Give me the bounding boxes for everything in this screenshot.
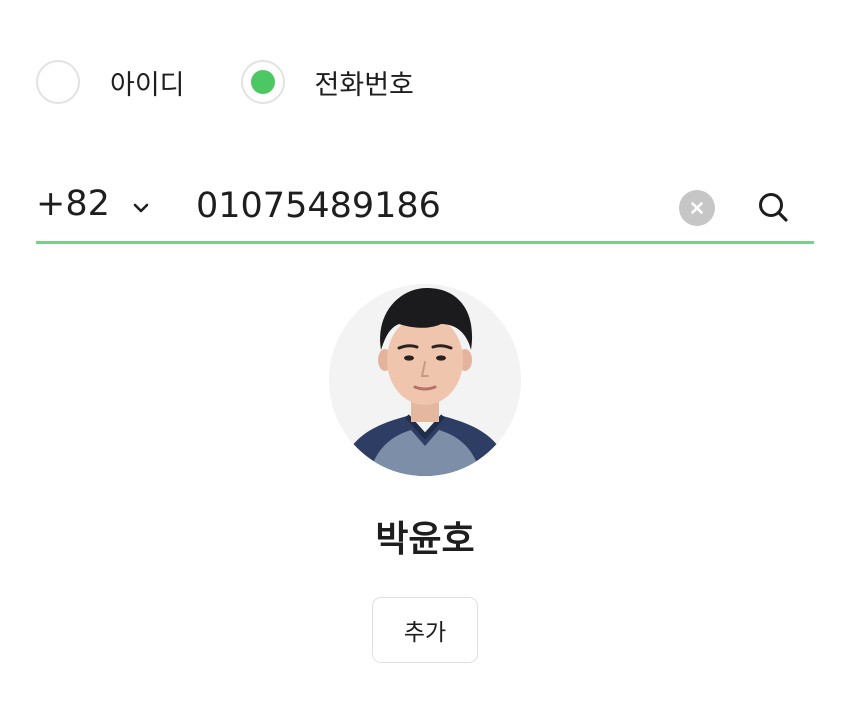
search-type-selector: 아이디 전화번호 <box>36 60 414 104</box>
phone-search-field: +82 <box>36 178 814 244</box>
radio-button-phone[interactable] <box>240 60 285 104</box>
radio-label-id: 아이디 <box>110 69 185 101</box>
radio-label-phone: 전화번호 <box>314 69 414 101</box>
avatar-photo <box>329 284 521 476</box>
add-friend-screen: 아이디 전화번호 +82 01075489186 박윤호 추가 <box>0 0 850 714</box>
country-code-selector[interactable]: +82 <box>36 184 110 224</box>
profile-avatar <box>329 284 521 476</box>
radio-selected-dot <box>250 70 275 94</box>
radio-option-phone[interactable]: 전화번호 <box>240 60 414 104</box>
profile-name: 박윤호 <box>375 519 475 560</box>
clear-input-button[interactable] <box>679 190 715 226</box>
search-icon[interactable] <box>754 188 794 228</box>
phone-number-input[interactable] <box>196 180 666 232</box>
add-friend-button[interactable]: 추가 <box>372 597 478 663</box>
radio-button-id[interactable] <box>36 60 80 104</box>
clear-icon <box>691 202 703 214</box>
radio-option-id[interactable]: 아이디 <box>36 60 185 104</box>
chevron-down-icon[interactable] <box>132 202 150 214</box>
